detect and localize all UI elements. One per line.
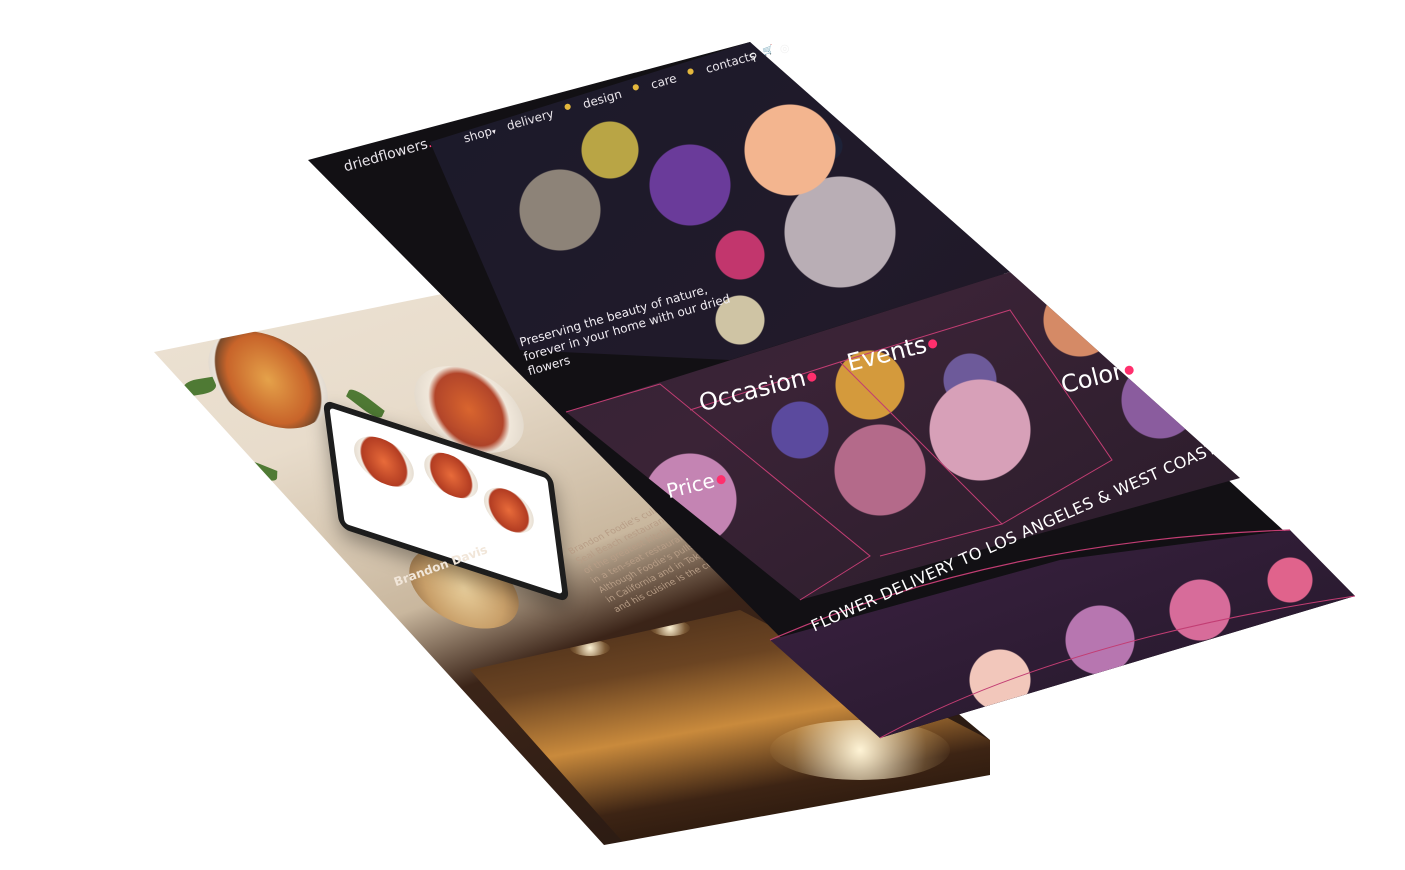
accent-dot-icon: [806, 371, 818, 383]
nav-separator-icon: ●: [631, 81, 641, 93]
accent-dot-icon: [927, 337, 939, 349]
mockup-stage: Brandon Davis Brandon Foodie's culinary.…: [0, 0, 1405, 870]
basil-leaf-image: [180, 376, 220, 397]
pizza-plate-image: [202, 319, 334, 440]
food-bowl-image: [481, 481, 537, 540]
food-bowl-image: [351, 428, 417, 495]
ceiling-light: [650, 620, 690, 636]
food-bowl-image: [421, 445, 481, 506]
cart-icon[interactable]: 🛒: [762, 45, 776, 61]
accent-dot-icon: [1123, 364, 1135, 376]
counter-light: [770, 720, 950, 780]
nav-separator-icon: ●: [562, 101, 573, 112]
basil-leaf-image: [240, 456, 278, 485]
account-icon[interactable]: ◎: [778, 41, 791, 56]
nav-separator-icon: ●: [685, 65, 696, 77]
accent-dot-icon: [715, 474, 727, 486]
